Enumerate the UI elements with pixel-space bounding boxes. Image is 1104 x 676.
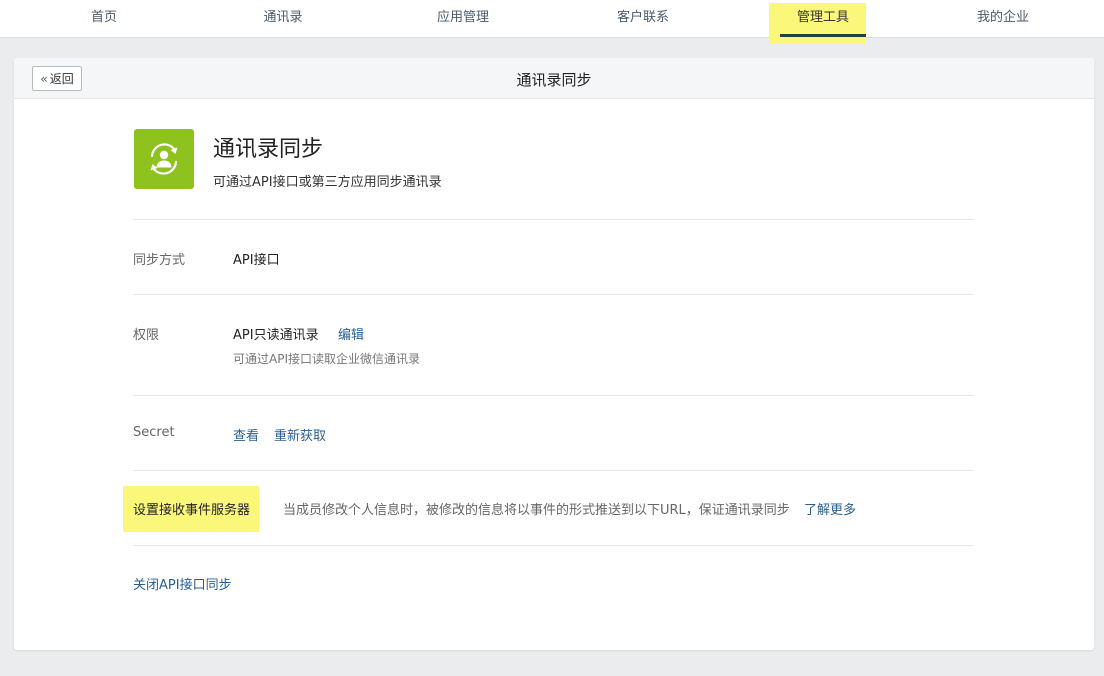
nav-item-contacts[interactable]: 通讯录 [253, 0, 313, 38]
contact-sync-icon [134, 129, 194, 189]
content-card: ‹‹ 返回 通讯录同步 通讯录同步 可通过API接口或第三方应用同步通讯录 同步… [14, 58, 1094, 650]
nav-item-management-tools[interactable]: 管理工具 [786, 0, 860, 38]
card-header: ‹‹ 返回 通讯录同步 [14, 58, 1094, 99]
sync-method-value: API接口 [233, 253, 280, 268]
set-event-server-button[interactable]: 设置接收事件服务器 [133, 499, 250, 518]
nav-item-customer-contact[interactable]: 客户联系 [606, 0, 680, 38]
divider [133, 294, 973, 295]
refresh-secret-link[interactable]: 重新获取 [274, 425, 326, 444]
disable-api-sync-link[interactable]: 关闭API接口同步 [133, 574, 232, 593]
divider [133, 395, 973, 396]
nav-item-my-enterprise[interactable]: 我的企业 [966, 0, 1040, 38]
page-title: 通讯录同步 [516, 71, 592, 89]
secret-label: Secret [133, 425, 175, 440]
top-nav: 首页 通讯录 应用管理 客户联系 管理工具 我的企业 [0, 0, 1104, 44]
learn-more-link[interactable]: 了解更多 [804, 499, 856, 518]
divider [133, 470, 973, 471]
sync-method-label: 同步方式 [133, 253, 186, 268]
nav-item-app-management[interactable]: 应用管理 [426, 0, 500, 38]
edit-permission-link[interactable]: 编辑 [338, 324, 364, 343]
permission-label: 权限 [133, 328, 160, 343]
permission-note: 可通过API接口读取企业微信通讯录 [233, 352, 420, 366]
divider [133, 219, 973, 220]
view-secret-link[interactable]: 查看 [233, 425, 259, 444]
event-server-description: 当成员修改个人信息时，被修改的信息将以事件的形式推送到以下URL，保证通讯录同步 [283, 503, 790, 518]
permission-value: API只读通讯录 [233, 328, 319, 343]
nav-item-home[interactable]: 首页 [80, 0, 128, 38]
app-description: 可通过API接口或第三方应用同步通讯录 [213, 175, 442, 190]
app-name: 通讯录同步 [213, 137, 324, 162]
divider [133, 545, 973, 546]
